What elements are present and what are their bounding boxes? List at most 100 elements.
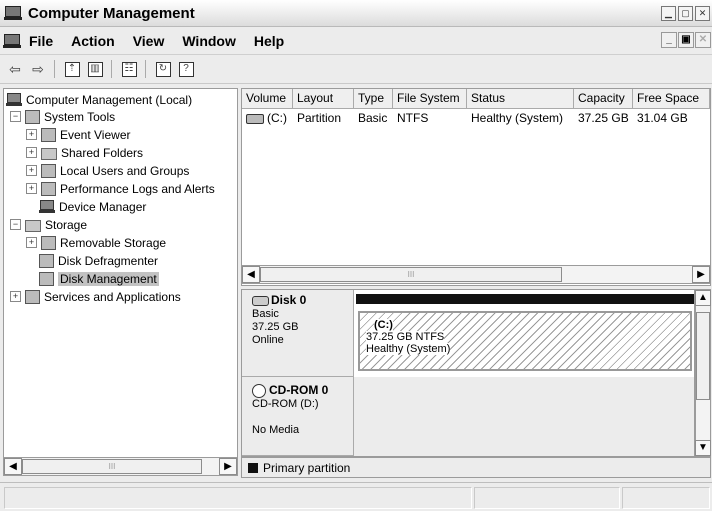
properties-icon[interactable]: ☷ — [118, 58, 140, 80]
scroll-right-icon[interactable]: ▶ — [692, 266, 710, 283]
shared-folders-icon — [41, 147, 57, 160]
collapse-icon[interactable]: − — [10, 111, 21, 122]
disk-view-vertical-scrollbar[interactable]: ▲ ▼ — [695, 289, 711, 457]
removable-storage-icon — [41, 235, 56, 250]
menu-action[interactable]: Action — [71, 33, 115, 49]
volume-list[interactable]: Volume Layout Type File System Status Ca… — [241, 88, 711, 286]
console-menu-icon[interactable] — [3, 33, 21, 48]
column-header-volume[interactable]: Volume — [242, 89, 293, 108]
tree-item-performance-logs-and-alerts[interactable]: + Performance Logs and Alerts — [26, 180, 215, 197]
legend: Primary partition — [241, 457, 711, 478]
column-header-status[interactable]: Status — [467, 89, 574, 108]
tree-item-storage[interactable]: − Storage — [10, 216, 87, 233]
partition-c[interactable]: (C:) 37.25 GB NTFS Healthy (System) — [358, 311, 692, 371]
type-cell: Basic — [358, 111, 388, 125]
column-header-layout[interactable]: Layout — [293, 89, 354, 108]
disk-size: 37.25 GB — [252, 321, 299, 333]
child-close-button[interactable]: ✕ — [695, 32, 711, 48]
scroll-up-icon[interactable]: ▲ — [695, 290, 711, 306]
scroll-left-icon[interactable]: ◀ — [242, 266, 260, 283]
cd-rom-icon — [252, 384, 266, 399]
scroll-right-icon[interactable]: ▶ — [219, 458, 237, 475]
system-tools-icon — [25, 109, 40, 124]
tree-horizontal-scrollbar[interactable]: ◀ III ▶ — [3, 457, 238, 476]
menu-file[interactable]: File — [29, 33, 53, 49]
partition-name: (C:) — [374, 319, 393, 331]
primary-partition-bar — [356, 294, 694, 304]
cdrom-media-status: No Media — [252, 424, 300, 437]
disk-0-label[interactable]: Disk 0 Basic 37.25 GB Online — [242, 290, 354, 377]
file-system-cell: NTFS — [397, 111, 429, 125]
column-header-capacity[interactable]: Capacity — [574, 89, 633, 108]
tree-item-services-and-applications[interactable]: + Services and Applications — [10, 288, 181, 305]
computer-management-icon — [4, 6, 22, 20]
column-header-type[interactable]: Type — [354, 89, 393, 108]
expand-icon[interactable]: + — [10, 291, 21, 302]
volume-list-horizontal-scrollbar[interactable]: ◀ III ▶ — [241, 265, 711, 284]
tree-item-disk-management[interactable]: Disk Management — [39, 270, 159, 287]
title-bar[interactable]: Computer Management ▁ ▢ ✕ — [0, 0, 712, 27]
forward-arrow-icon[interactable]: ⇨ — [27, 58, 49, 80]
expand-icon[interactable]: + — [26, 129, 37, 140]
column-header-file-system[interactable]: File System — [393, 89, 467, 108]
toolbar: ⇦ ⇨ ⇡ ▥ ☷ ↻ ? — [0, 55, 712, 84]
child-restore-button[interactable]: ▣ — [678, 32, 694, 48]
tree-item-computer-management[interactable]: Computer Management (Local) — [6, 91, 192, 108]
volume-cell: (C:) — [242, 110, 297, 126]
console-tree[interactable]: Computer Management (Local) − System Too… — [3, 88, 238, 458]
menu-view[interactable]: View — [133, 33, 165, 49]
computer-icon — [6, 92, 22, 107]
tree-item-removable-storage[interactable]: + Removable Storage — [26, 234, 166, 251]
scroll-left-icon[interactable]: ◀ — [4, 458, 22, 475]
device-manager-icon — [39, 199, 55, 214]
legend-label: Primary partition — [263, 460, 351, 475]
minimize-button[interactable]: ▁ — [661, 6, 676, 21]
scroll-thumb[interactable]: III — [260, 267, 562, 282]
menu-bar: File Action View Window Help _ ▣ ✕ — [0, 27, 712, 55]
expand-icon[interactable]: + — [26, 165, 37, 176]
close-button[interactable]: ✕ — [695, 6, 710, 21]
up-folder-icon[interactable]: ⇡ — [61, 58, 83, 80]
status-pane — [474, 487, 620, 509]
expand-icon[interactable]: + — [26, 237, 37, 248]
help-icon[interactable]: ? — [175, 58, 197, 80]
window-title: Computer Management — [28, 4, 195, 22]
capacity-cell: 37.25 GB — [578, 111, 629, 125]
table-row[interactable]: (C:) Partition Basic NTFS Healthy (Syste… — [242, 110, 710, 126]
tree-item-event-viewer[interactable]: + Event Viewer — [26, 126, 130, 143]
expand-icon[interactable]: + — [26, 147, 37, 158]
cdrom-0-label[interactable]: CD-ROM 0 CD-ROM (D:) No Media — [242, 377, 354, 456]
back-arrow-icon[interactable]: ⇦ — [4, 58, 26, 80]
status-pane — [622, 487, 710, 509]
tree-item-local-users-and-groups[interactable]: + Local Users and Groups — [26, 162, 189, 179]
column-header-free-space[interactable]: Free Space — [633, 89, 710, 108]
volume-list-header: Volume Layout Type File System Status Ca… — [242, 89, 710, 109]
primary-partition-swatch — [248, 462, 258, 473]
disk-type: Basic — [252, 308, 279, 320]
status-pane — [4, 487, 472, 509]
tree-item-device-manager[interactable]: Device Manager — [39, 198, 146, 215]
scroll-down-icon[interactable]: ▼ — [695, 440, 711, 456]
event-viewer-icon — [41, 127, 56, 142]
menu-window[interactable]: Window — [182, 33, 236, 49]
toolbar-separator — [54, 60, 55, 78]
tree-item-shared-folders[interactable]: + Shared Folders — [26, 144, 143, 161]
users-icon — [41, 163, 56, 178]
show-hide-tree-icon[interactable]: ▥ — [84, 58, 106, 80]
menu-help[interactable]: Help — [254, 33, 284, 49]
expand-icon[interactable]: + — [26, 183, 37, 194]
scroll-thumb[interactable] — [696, 312, 710, 400]
refresh-icon[interactable]: ↻ — [152, 58, 174, 80]
status-cell: Healthy (System) — [471, 111, 564, 125]
tree-item-system-tools[interactable]: − System Tools — [10, 108, 115, 125]
maximize-button[interactable]: ▢ — [678, 6, 693, 21]
cdrom-empty-area — [354, 377, 694, 456]
scroll-thumb[interactable]: III — [22, 459, 202, 474]
toolbar-separator — [145, 60, 146, 78]
disk-graphical-view[interactable]: Disk 0 Basic 37.25 GB Online (C:) 37.25 … — [241, 289, 695, 457]
collapse-icon[interactable]: − — [10, 219, 21, 230]
child-minimize-button[interactable]: _ — [661, 32, 677, 48]
computer-management-window: Computer Management ▁ ▢ ✕ File Action Vi… — [0, 0, 712, 511]
volume-name: (C:) — [267, 111, 287, 125]
tree-item-disk-defragmenter[interactable]: Disk Defragmenter — [39, 252, 158, 269]
